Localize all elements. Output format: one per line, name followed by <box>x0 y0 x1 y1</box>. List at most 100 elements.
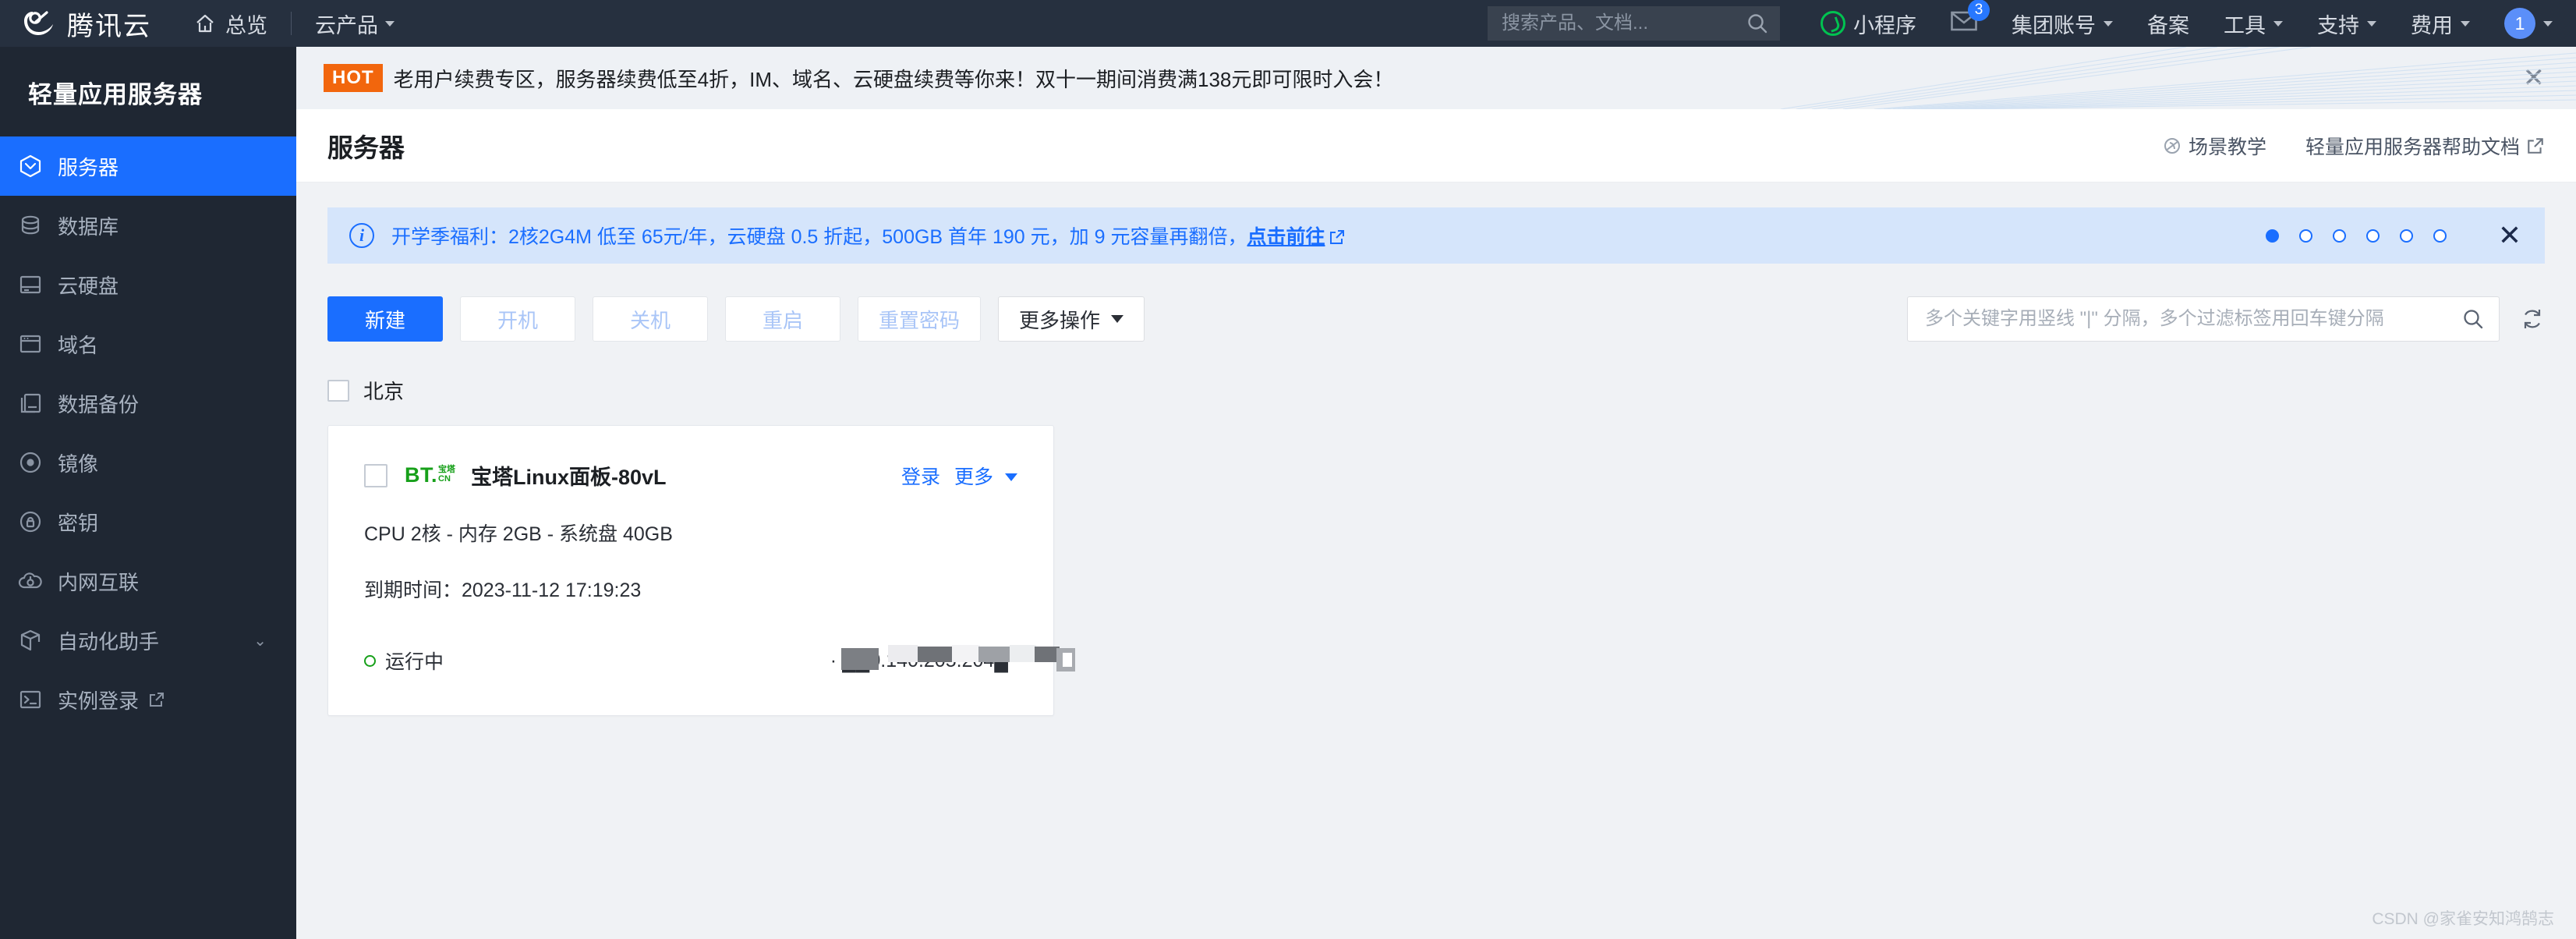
info-icon: i <box>349 223 374 248</box>
status-dot-icon <box>364 654 376 667</box>
nav-user-menu[interactable]: 1 <box>2487 0 2576 47</box>
sidebar-item-backup[interactable]: 数据备份 <box>0 374 296 433</box>
status-badge: 运行中 <box>364 647 444 675</box>
home-icon <box>196 14 214 33</box>
external-link-icon <box>2526 136 2545 155</box>
carousel-dot[interactable] <box>2365 229 2380 243</box>
top-navigation-bar: 腾讯云 总览 云产品 小程序 <box>0 0 2576 47</box>
sidebar-item-image[interactable]: 镜像 <box>0 433 296 492</box>
carousel-dot[interactable] <box>2399 229 2413 243</box>
nav-icp-filing[interactable]: 备案 <box>2130 0 2206 47</box>
sidebar-item-label: 镜像 <box>58 452 99 476</box>
nav-divider <box>291 12 292 35</box>
carousel-dot[interactable] <box>2433 229 2447 243</box>
sidebar-item-key[interactable]: 密钥 <box>0 492 296 551</box>
nav-billing[interactable]: 费用 <box>2394 0 2487 47</box>
page-header: 服务器 场景教学 轻量应用服务器帮助文档 <box>296 109 2576 182</box>
carousel-dot[interactable] <box>2332 229 2346 243</box>
region-checkbox[interactable] <box>327 379 349 402</box>
top-nav-right-group: 小程序 3 集团账号 备案 工具 支持 费用 <box>1488 0 2576 47</box>
message-badge: 3 <box>1968 0 1990 21</box>
sidebar: 轻量应用服务器 服务器 数据库 云硬盘 域名 数据备份 镜像 密钥 内网互联 自… <box>0 47 296 939</box>
power-off-button[interactable]: 关机 <box>593 296 708 342</box>
sidebar-item-database[interactable]: 数据库 <box>0 196 296 255</box>
nav-support[interactable]: 支持 <box>2300 0 2394 47</box>
chevron-down-icon <box>2273 20 2283 27</box>
chevron-down-icon <box>2367 20 2376 27</box>
scene-tutorial-label: 场景教学 <box>2188 136 2266 158</box>
avatar: 1 <box>2504 8 2535 39</box>
banner-decoration <box>1780 47 2576 109</box>
nav-group-account[interactable]: 集团账号 <box>1994 0 2130 47</box>
create-button[interactable]: 新建 <box>327 296 443 342</box>
reset-password-button[interactable]: 重置密码 <box>858 296 982 342</box>
nav-overview[interactable]: 总览 <box>194 9 267 39</box>
sidebar-item-label: 内网互联 <box>58 570 140 594</box>
sidebar-item-clouddisk[interactable]: 云硬盘 <box>0 255 296 314</box>
server-card[interactable]: BT. 宝塔 CN 宝塔Linux面板-80vL 登录 更多 CPU 2核 - … <box>327 425 1075 716</box>
sidebar-title: 轻量应用服务器 <box>28 81 203 108</box>
help-doc-link[interactable]: 轻量应用服务器帮助文档 <box>2305 132 2545 160</box>
carousel-dot[interactable] <box>2265 229 2279 243</box>
domain-icon <box>17 331 44 357</box>
toolbar-right-group <box>1907 296 2545 342</box>
sidebar-item-automation[interactable]: 自动化助手 ⌄ <box>0 611 296 670</box>
image-icon <box>17 449 44 476</box>
sidebar-item-network[interactable]: 内网互联 <box>0 551 296 611</box>
automation-icon <box>17 627 44 654</box>
chevron-down-icon <box>1111 315 1124 323</box>
info-banner: i 开学季福利：2核2G4M 低至 65元/年，云硬盘 0.5 折起，500GB… <box>327 207 2545 264</box>
server-name: 宝塔Linux面板-80vL <box>471 466 667 489</box>
bt-panel-logo: BT. 宝塔 CN <box>405 465 455 486</box>
sidebar-item-instance-login[interactable]: 实例登录 <box>0 670 296 729</box>
nav-tools[interactable]: 工具 <box>2206 0 2300 47</box>
info-banner-text: 开学季福利：2核2G4M 低至 65元/年，云硬盘 0.5 折起，500GB 首… <box>391 221 1346 250</box>
info-banner-controls: ✕ <box>2265 221 2521 250</box>
mail-wrapper: 3 <box>1951 0 1990 37</box>
sidebar-item-label: 数据库 <box>58 214 119 239</box>
close-icon[interactable]: ✕ <box>2498 221 2521 250</box>
search-icon[interactable] <box>1746 12 1769 35</box>
nav-overview-label: 总览 <box>225 13 267 37</box>
network-icon <box>17 568 44 594</box>
tencent-cloud-logo[interactable]: 腾讯云 <box>23 5 151 43</box>
nav-miniprogram[interactable]: 小程序 <box>1803 0 1934 47</box>
nav-messages[interactable]: 3 <box>1934 0 1994 47</box>
bt-logo-sub-top: 宝塔 <box>438 465 455 474</box>
server-spec: CPU 2核 - 内存 2GB - 系统盘 40GB <box>364 523 673 545</box>
more-link[interactable]: 更多 <box>954 462 1017 490</box>
server-checkbox[interactable] <box>364 463 387 487</box>
watermark: CSDN @家雀安知鸿鹄志 <box>2372 910 2554 928</box>
global-search-input[interactable] <box>1502 12 1746 34</box>
key-icon <box>17 508 44 535</box>
search-icon[interactable] <box>2461 307 2485 331</box>
carousel-dot[interactable] <box>2298 229 2312 243</box>
server-ip-address: · ██0.140.205.204█ <box>830 644 1075 672</box>
filter-search-box[interactable] <box>1907 296 2500 342</box>
server-icon <box>17 153 44 179</box>
more-actions-button[interactable]: 更多操作 <box>998 296 1145 342</box>
sidebar-item-server[interactable]: 服务器 <box>0 136 296 196</box>
filter-search-input[interactable] <box>1925 308 2461 330</box>
power-on-button[interactable]: 开机 <box>460 296 575 342</box>
bt-logo-main: BT. <box>405 463 437 487</box>
sidebar-item-domain[interactable]: 域名 <box>0 314 296 374</box>
region-label: 北京 <box>363 380 405 403</box>
restart-button[interactable]: 重启 <box>725 296 840 342</box>
close-icon[interactable]: ✕ <box>2523 65 2546 91</box>
header-links: 场景教学 轻量应用服务器帮助文档 <box>2162 132 2545 160</box>
status-label: 运行中 <box>385 651 444 673</box>
content-area: i 开学季福利：2核2G4M 低至 65元/年，云硬盘 0.5 折起，500GB… <box>296 182 2576 716</box>
global-search[interactable] <box>1488 6 1780 41</box>
nav-cloud-products[interactable]: 云产品 <box>315 9 395 39</box>
more-link-label: 更多 <box>954 466 994 488</box>
login-link[interactable]: 登录 <box>901 462 940 490</box>
scene-tutorial-link[interactable]: 场景教学 <box>2162 132 2266 160</box>
info-banner-link[interactable]: 点击前往 <box>1247 226 1325 248</box>
refresh-icon[interactable] <box>2520 307 2545 331</box>
terminal-icon <box>17 686 44 713</box>
sidebar-item-label: 自动化助手 <box>58 629 160 654</box>
server-expire-time: 到期时间：2023-11-12 17:19:23 <box>364 579 642 601</box>
server-card-actions: 登录 更多 <box>901 462 1017 490</box>
nav-billing-label: 费用 <box>2411 13 2453 37</box>
